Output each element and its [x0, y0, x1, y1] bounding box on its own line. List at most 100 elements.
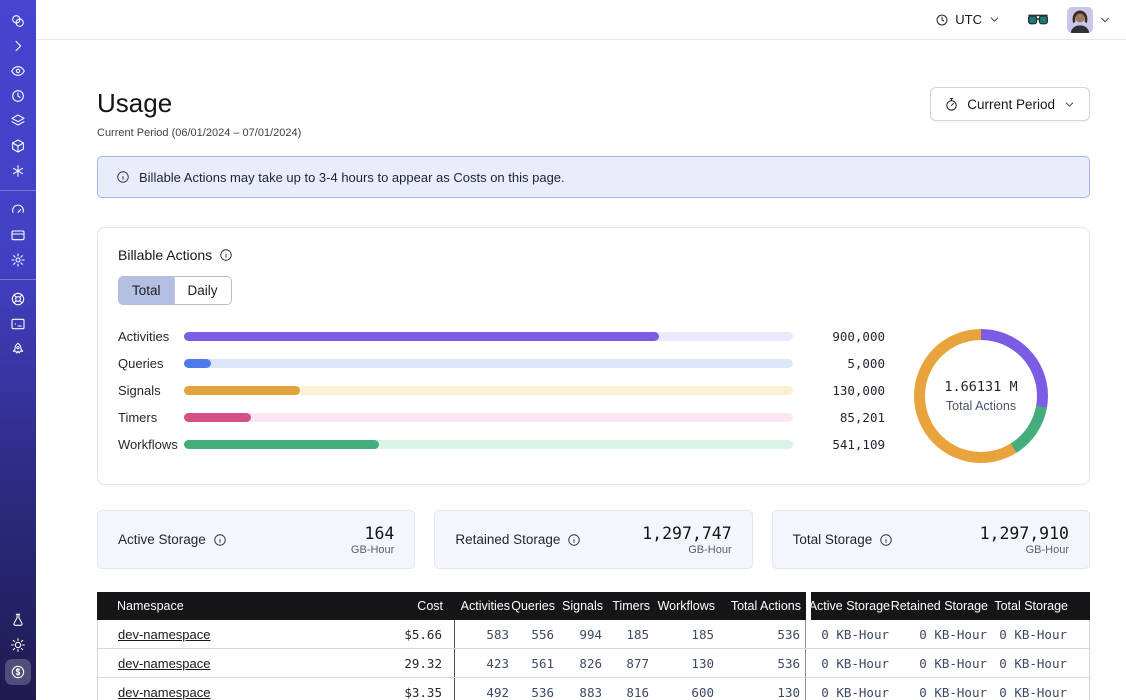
total-daily-tabs: Total Daily: [118, 276, 232, 305]
table-row: dev-namespace $5.66 583 556 994 185 185 …: [98, 620, 1089, 649]
bar-row-timers: Timers 85,201: [118, 410, 885, 419]
topbar: UTC: [36, 0, 1126, 40]
chevron-right-icon: [10, 38, 26, 54]
storage-value: 164: [351, 524, 394, 543]
activities-cell: 423: [454, 649, 514, 677]
active-storage-card: Active Storage 164 GB-Hour: [97, 510, 415, 569]
namespace-cell: dev-namespace: [98, 620, 366, 648]
cost-cell: 29.32: [366, 649, 454, 677]
total-storage-cell: 0 KB-Hour: [992, 678, 1089, 700]
bar-value: 130,000: [793, 383, 885, 398]
banner-text: Billable Actions may take up to 3-4 hour…: [139, 170, 565, 185]
storage-value: 1,297,747: [642, 524, 731, 543]
sidebar-item-getting-started[interactable]: [5, 338, 31, 360]
chevron-down-icon: [1063, 98, 1076, 111]
asterisk-icon: [10, 163, 26, 179]
bar-label: Workflows: [118, 438, 184, 451]
bar-row-signals: Signals 130,000: [118, 383, 885, 392]
sidebar-item-schedules[interactable]: [5, 85, 31, 107]
info-banner: Billable Actions may take up to 3-4 hour…: [97, 156, 1090, 198]
sidebar-item-usage-current[interactable]: [5, 659, 31, 685]
info-icon[interactable]: [219, 248, 233, 262]
clock-icon: [935, 13, 949, 27]
tab-total[interactable]: Total: [119, 277, 174, 304]
table-row: dev-namespace $3.35 492 536 883 816 600 …: [98, 678, 1089, 700]
page-subtitle: Current Period (06/01/2024 – 07/01/2024): [97, 127, 301, 139]
bar-row-workflows: Workflows 541,109: [118, 437, 885, 446]
bar-track: [184, 413, 793, 422]
bar-label: Signals: [118, 384, 184, 397]
bar-track: [184, 386, 793, 395]
storage-unit: GB-Hour: [980, 544, 1069, 556]
logo-glyph: [10, 13, 26, 29]
sidebar-divider: [0, 190, 36, 191]
account-menu-chevron[interactable]: [1098, 13, 1112, 27]
activities-cell: 583: [454, 620, 514, 648]
sidebar-item-deployments[interactable]: [5, 110, 31, 132]
sidebar-item-theme[interactable]: [5, 634, 31, 656]
donut-total-value: 1.66131 M: [944, 379, 1017, 395]
gauge-icon: [10, 202, 26, 218]
period-dropdown-button[interactable]: Current Period: [930, 87, 1090, 121]
storage-label-text: Active Storage: [118, 532, 206, 547]
chevron-down-icon: [988, 13, 1001, 26]
donut-total-label: Total Actions: [946, 399, 1016, 413]
donut-center: 1.66131 M Total Actions: [925, 340, 1037, 452]
sidebar-item-settings[interactable]: [5, 249, 31, 271]
active-storage-cell: 0 KB-Hour: [805, 678, 894, 700]
timezone-selector[interactable]: UTC: [935, 12, 1001, 27]
sidebar-item-billing[interactable]: [5, 224, 31, 246]
sidebar-collapse-button[interactable]: [5, 35, 31, 57]
tab-daily[interactable]: Daily: [174, 277, 231, 304]
active-storage-cell: 0 KB-Hour: [805, 649, 894, 677]
sidebar-divider: [0, 279, 36, 280]
avatar-image: [1067, 7, 1093, 33]
sidebar-item-labs[interactable]: [5, 609, 31, 631]
namespace-link[interactable]: dev-namespace: [118, 627, 211, 642]
timezone-label: UTC: [955, 12, 982, 27]
signals-cell: 826: [559, 649, 607, 677]
info-icon[interactable]: [213, 533, 227, 547]
retained-storage-cell: 0 KB-Hour: [894, 620, 992, 648]
column-header-timers: Timers: [608, 592, 655, 620]
bar-value: 541,109: [793, 437, 885, 452]
timers-cell: 185: [607, 620, 654, 648]
storage-card-value-block: 164 GB-Hour: [351, 524, 394, 556]
page-title-block: Usage Current Period (06/01/2024 – 07/01…: [97, 87, 301, 139]
namespace-link[interactable]: dev-namespace: [118, 685, 211, 700]
sidebar-item-nexus[interactable]: [5, 160, 31, 182]
total-storage-cell: 0 KB-Hour: [992, 620, 1089, 648]
sidebar-item-namespaces[interactable]: [5, 60, 31, 82]
info-icon[interactable]: [567, 533, 581, 547]
storage-cards-row: Active Storage 164 GB-Hour Retained Stor…: [97, 510, 1090, 569]
chevron-down-icon: [1098, 13, 1112, 27]
table-body: dev-namespace $5.66 583 556 994 185 185 …: [97, 620, 1090, 700]
avatar[interactable]: [1067, 7, 1093, 33]
console-icon: [10, 316, 26, 332]
sidebar-item-support[interactable]: [5, 288, 31, 310]
billable-actions-title: Billable Actions: [118, 247, 212, 263]
total-storage-cell: 0 KB-Hour: [992, 649, 1089, 677]
namespace-usage-table: Namespace Cost Activities Queries Signal…: [97, 592, 1090, 700]
total-actions-cell: 536: [719, 620, 805, 648]
workflows-cell: 600: [654, 678, 719, 700]
sidebar-item-workers[interactable]: [5, 135, 31, 157]
info-icon[interactable]: [879, 533, 893, 547]
bar-value: 85,201: [793, 410, 885, 425]
column-header-total-storage: Total Storage: [993, 592, 1090, 620]
storage-card-label: Active Storage: [118, 532, 227, 547]
billable-actions-card: Billable Actions Total Daily Activities …: [97, 227, 1090, 485]
active-storage-cell: 0 KB-Hour: [805, 620, 894, 648]
temporal-logo-icon[interactable]: [5, 10, 31, 32]
workflows-cell: 185: [654, 620, 719, 648]
dollar-coin-icon: [10, 664, 26, 680]
namespace-link[interactable]: dev-namespace: [118, 656, 211, 671]
column-header-queries: Queries: [515, 592, 560, 620]
storage-card-label: Retained Storage: [455, 532, 581, 547]
storage-label-text: Total Storage: [793, 532, 873, 547]
sidebar-item-usage-dashboard[interactable]: [5, 199, 31, 221]
page-title: Usage: [97, 87, 301, 119]
goggles-icon[interactable]: [1027, 12, 1049, 28]
sidebar-item-feedback[interactable]: [5, 313, 31, 335]
table-header: Namespace Cost Activities Queries Signal…: [97, 592, 1090, 620]
